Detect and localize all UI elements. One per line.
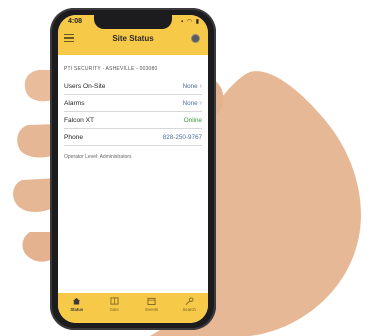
tab-events[interactable]: Events — [137, 297, 167, 312]
phone-notch — [94, 15, 172, 29]
status-time: 4:08 — [68, 18, 83, 25]
row-value: None › — [182, 82, 202, 90]
gate-icon — [110, 297, 119, 305]
tab-search[interactable]: Search — [174, 297, 204, 312]
operator-level-note: Operator Level: Administrators — [64, 154, 132, 160]
calendar-icon — [147, 297, 156, 305]
profile-icon[interactable] — [191, 34, 200, 43]
row-phone[interactable]: Phone 828-250-9767 — [64, 129, 202, 146]
tab-label: Gate — [109, 307, 119, 312]
chevron-right-icon: › — [199, 99, 202, 107]
tab-label: Status — [70, 307, 84, 312]
row-value: None › — [182, 99, 202, 107]
row-falcon-xt: Falcon XT Online — [64, 112, 202, 129]
row-alarms[interactable]: Alarms None › — [64, 95, 202, 112]
key-icon — [185, 297, 194, 305]
tab-bar: Status Gate Events Search — [58, 293, 208, 323]
site-label: PTI SECURITY - ASHEVILLE - 003080 — [64, 66, 158, 72]
row-label: Phone — [64, 133, 84, 141]
app-screen: 4:08 ▪ ◠ ▮ Site Status PTI SECURITY - AS… — [58, 15, 208, 323]
status-icons: ▪ ◠ ▮ — [181, 19, 200, 25]
row-users-on-site[interactable]: Users On-Site None › — [64, 78, 202, 95]
home-icon — [73, 297, 81, 305]
tab-label: Events — [145, 307, 159, 312]
status-online: Online — [183, 116, 202, 124]
row-label: Falcon XT — [64, 116, 95, 124]
tab-status[interactable]: Status — [62, 297, 92, 312]
row-label: Users On-Site — [64, 82, 106, 90]
row-label: Alarms — [64, 99, 85, 107]
chevron-right-icon: › — [199, 82, 202, 90]
phone-link[interactable]: 828-250-9767 — [163, 134, 202, 141]
tab-gate[interactable]: Gate — [99, 297, 129, 312]
tab-label: Search — [182, 307, 196, 312]
page-title: Site Status — [112, 34, 154, 43]
app-header: 4:08 ▪ ◠ ▮ Site Status — [58, 15, 208, 55]
